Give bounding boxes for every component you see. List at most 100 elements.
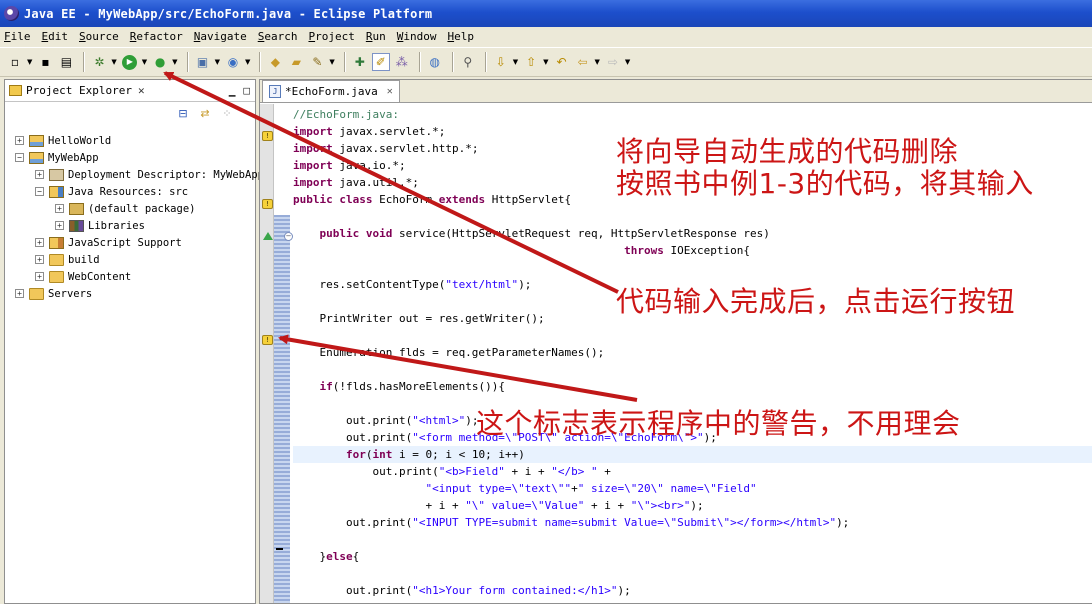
mark-occurrences-icon[interactable]: ✐ (371, 53, 390, 71)
last-edit-icon[interactable]: ↶ (553, 53, 571, 71)
minimize-icon[interactable]: ▁ (229, 84, 236, 97)
code-line[interactable]: out.print("<INPUT TYPE=submit name=submi… (293, 514, 1092, 531)
code-line[interactable]: "<input type=\"text\""+" size=\"20\" nam… (293, 480, 1092, 497)
back-dropdown-icon[interactable]: ▼ (595, 58, 600, 66)
maximize-icon[interactable]: □ (243, 84, 250, 97)
expand-icon[interactable]: + (35, 272, 44, 281)
close-icon[interactable]: ✕ (387, 86, 393, 97)
menu-item-navigate[interactable]: Navigate (194, 30, 247, 43)
code-line[interactable] (293, 361, 1092, 378)
code-line[interactable] (293, 259, 1092, 276)
menu-item-refactor[interactable]: Refactor (130, 30, 183, 43)
code-line[interactable]: //EchoForm.java: (293, 106, 1092, 123)
code-line[interactable] (293, 327, 1092, 344)
warning-icon[interactable]: ! (262, 131, 273, 141)
external-tools-icon[interactable]: ● (151, 53, 169, 71)
menu-item-project[interactable]: Project (308, 30, 354, 43)
menu-item-source[interactable]: Source (79, 30, 119, 43)
expand-icon[interactable]: + (55, 204, 64, 213)
code-line[interactable]: out.print("<h1>Your form contained:</h1>… (293, 582, 1092, 599)
web-browser-icon[interactable]: ◍ (426, 53, 444, 71)
server-icon[interactable]: ▣ (194, 53, 212, 71)
print-icon[interactable]: ▤ (57, 53, 75, 71)
tree-item-default-package[interactable]: + (default package) (5, 200, 255, 217)
vertical-ruler[interactable] (260, 104, 274, 603)
code-line[interactable] (293, 208, 1092, 225)
menu-item-search[interactable]: Search (258, 30, 298, 43)
new-dropdown-icon[interactable]: ▼ (27, 58, 32, 66)
debug-dropdown-icon[interactable]: ▼ (111, 58, 116, 66)
code-line[interactable]: + i + "\" value=\"Value" + i + "\"><br>"… (293, 497, 1092, 514)
tree-item-build[interactable]: + build (5, 251, 255, 268)
project-explorer-tab[interactable]: Project Explorer ✕ ▁ □ (5, 80, 255, 102)
tab-echoform-java[interactable]: J *EchoForm.java ✕ (262, 80, 400, 102)
open-folder-icon[interactable]: ▰ (287, 53, 305, 71)
tree-item-libraries[interactable]: + Libraries (5, 217, 255, 234)
expand-icon[interactable]: + (55, 221, 64, 230)
tree-item-helloworld[interactable]: + HelloWorld (5, 132, 255, 149)
next-annotation-dropdown-icon[interactable]: ▼ (513, 58, 518, 66)
expand-icon[interactable]: + (15, 136, 24, 145)
edit-pencil-icon[interactable]: ✎ (308, 53, 326, 71)
forward-dropdown-icon[interactable]: ▼ (625, 58, 630, 66)
code-line[interactable]: if(!flds.hasMoreElements()){ (293, 378, 1092, 395)
warning-icon[interactable]: ! (262, 335, 273, 345)
tree-item-java-resources-src[interactable]: − Java Resources: src (5, 183, 255, 200)
collapse-icon[interactable]: − (15, 153, 24, 162)
run-dropdown-icon[interactable]: ▼ (142, 58, 147, 66)
run-button[interactable]: ▶ (121, 53, 139, 71)
tree-item-javascript-support[interactable]: + JavaScript Support (5, 234, 255, 251)
save-icon[interactable]: ▪ (36, 53, 54, 71)
code-line[interactable]: Enumeration flds = req.getParameterNames… (293, 344, 1092, 361)
tree-item-webcontent[interactable]: + WebContent (5, 268, 255, 285)
view-menu-icon[interactable]: ⁘ (219, 107, 235, 121)
forward-icon[interactable]: ⇨ (604, 53, 622, 71)
link-with-editor-icon[interactable]: ⇄ (197, 107, 213, 121)
globe-icon[interactable]: ◉ (224, 53, 242, 71)
show-whitespace-icon[interactable]: ⁂ (393, 53, 411, 71)
external-tools-dropdown-icon[interactable]: ▼ (172, 58, 177, 66)
code-line[interactable] (293, 531, 1092, 548)
tree-item-deployment-descriptor-mywebapp[interactable]: + Deployment Descriptor: MyWebApp (5, 166, 264, 183)
collapse-icon[interactable]: − (35, 187, 44, 196)
collapse-all-icon[interactable]: ⊟ (175, 107, 191, 121)
expand-icon[interactable]: + (35, 170, 44, 179)
annotation-icon[interactable]: ✚ (351, 53, 369, 71)
search-icon[interactable]: ⚲ (459, 53, 477, 71)
expand-icon[interactable]: + (35, 238, 44, 247)
code-line[interactable] (293, 599, 1092, 604)
code-line[interactable] (293, 565, 1092, 582)
code-line[interactable]: throws IOException{ (293, 242, 1092, 259)
globe-dropdown-icon[interactable]: ▼ (245, 58, 250, 66)
override-marker-icon[interactable] (263, 232, 273, 240)
code-line[interactable]: public void service(HttpServletRequest r… (293, 225, 1092, 242)
tree-item-servers[interactable]: + Servers (5, 285, 255, 302)
expand-icon[interactable]: + (15, 289, 24, 298)
back-icon[interactable]: ⇦ (574, 53, 592, 71)
tree-item-mywebapp[interactable]: − MyWebApp (5, 149, 255, 166)
menu-item-window[interactable]: Window (397, 30, 437, 43)
menu-item-help[interactable]: Help (447, 30, 474, 43)
server-dropdown-icon[interactable]: ▼ (215, 58, 220, 66)
new-icon[interactable]: ▫ (6, 53, 24, 71)
previous-annotation-dropdown-icon[interactable]: ▼ (543, 58, 548, 66)
pencil-dropdown-icon[interactable]: ▼ (329, 58, 334, 66)
previous-annotation-icon[interactable]: ⇧ (522, 53, 540, 71)
warning-icon[interactable]: ! (262, 199, 273, 209)
close-icon[interactable]: ✕ (138, 84, 145, 97)
code-line[interactable]: out.print("<b>Field" + i + "</b> " + (293, 463, 1092, 480)
menu-item-edit[interactable]: Edit (42, 30, 69, 43)
tree-item-label: Libraries (88, 219, 145, 232)
code-line[interactable]: }else{ (293, 548, 1092, 565)
project-icon (29, 151, 44, 164)
expand-icon[interactable]: + (35, 255, 44, 264)
fold-collapse-icon[interactable]: − (284, 232, 293, 241)
tree-item-label: build (68, 253, 100, 266)
code-line[interactable]: for(int i = 0; i < 10; i++) (293, 446, 1092, 463)
open-type-icon[interactable]: ◆ (266, 53, 284, 71)
menu-item-run[interactable]: Run (366, 30, 386, 43)
menu-item-file[interactable]: File (4, 30, 31, 43)
next-annotation-icon[interactable]: ⇩ (492, 53, 510, 71)
debug-icon[interactable]: ✲ (90, 53, 108, 71)
